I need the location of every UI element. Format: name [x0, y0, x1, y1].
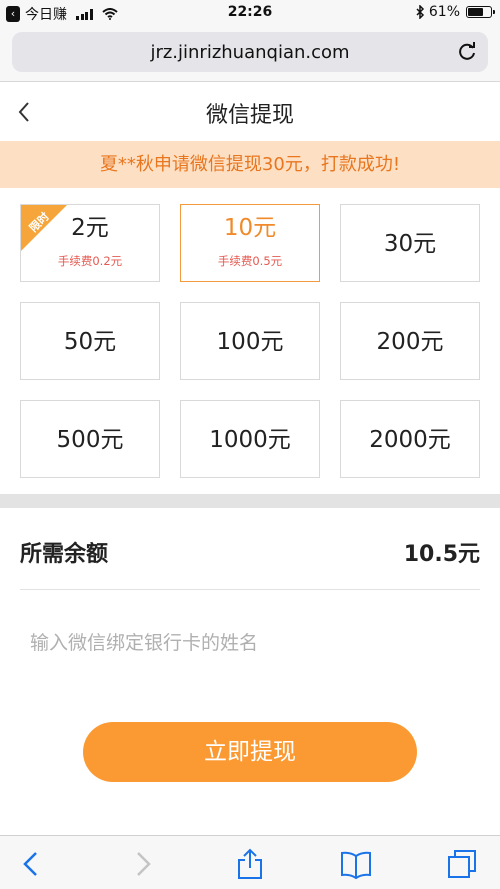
amount-label: 2元 [71, 215, 109, 241]
amount-label: 50元 [63, 329, 117, 355]
amount-option-10[interactable]: 10元 手续费0.5元 [180, 204, 320, 282]
battery-icon [466, 6, 495, 18]
amount-option-2[interactable]: 限时 2元 手续费0.2元 [20, 204, 160, 282]
page-title: 微信提现 [205, 103, 294, 128]
withdraw-notice-banner: 夏**秋申请微信提现30元，打款成功! [0, 141, 500, 188]
amount-option-50[interactable]: 50元 [20, 302, 160, 380]
amount-label: 200元 [376, 329, 444, 355]
amount-label: 1000元 [209, 427, 291, 453]
amount-label: 30元 [383, 231, 437, 257]
tabs-icon[interactable] [446, 848, 478, 880]
bluetooth-icon [416, 5, 424, 19]
amount-grid: 限时 2元 手续费0.2元 10元 手续费0.5元 30元 50元 100元 2… [20, 204, 480, 480]
amount-label: 100元 [216, 329, 284, 355]
browser-toolbar [0, 835, 500, 889]
battery-level [468, 8, 483, 16]
fee-label: 手续费0.5元 [217, 254, 283, 268]
battery-percent: 61% [428, 4, 460, 20]
page-header: 微信提现 [0, 83, 500, 141]
bank-card-name-input[interactable] [20, 616, 480, 670]
amount-option-200[interactable]: 200元 [340, 302, 480, 380]
divider [20, 589, 480, 590]
section-divider [0, 494, 500, 508]
amount-option-500[interactable]: 500元 [20, 400, 160, 478]
status-right: 61% [416, 4, 495, 20]
required-balance-value: 10.5元 [403, 542, 480, 567]
amount-option-30[interactable]: 30元 [340, 204, 480, 282]
address-bar[interactable]: jrz.jinrizhuanqian.com [12, 32, 488, 72]
fee-label: 手续费0.2元 [57, 254, 123, 268]
amount-label: 10元 [223, 215, 277, 241]
forward-icon[interactable] [126, 848, 158, 880]
browser-address-area: jrz.jinrizhuanqian.com [0, 26, 500, 82]
bookmarks-icon[interactable] [340, 848, 372, 880]
withdraw-now-button[interactable]: 立即提现 [83, 722, 417, 782]
share-icon[interactable] [234, 848, 266, 880]
amount-label: 500元 [56, 427, 124, 453]
required-balance-label: 所需余额 [20, 542, 109, 567]
amount-option-1000[interactable]: 1000元 [180, 400, 320, 478]
amount-option-100[interactable]: 100元 [180, 302, 320, 380]
reload-icon[interactable] [456, 41, 478, 63]
url-text[interactable]: jrz.jinrizhuanqian.com [12, 42, 488, 63]
status-bar: ‹ 今日赚 22:26 61% [0, 0, 500, 26]
amount-label: 2000元 [369, 427, 451, 453]
amount-option-2000[interactable]: 2000元 [340, 400, 480, 478]
back-icon[interactable] [16, 848, 48, 880]
required-balance-row: 所需余额 10.5元 [0, 508, 500, 590]
